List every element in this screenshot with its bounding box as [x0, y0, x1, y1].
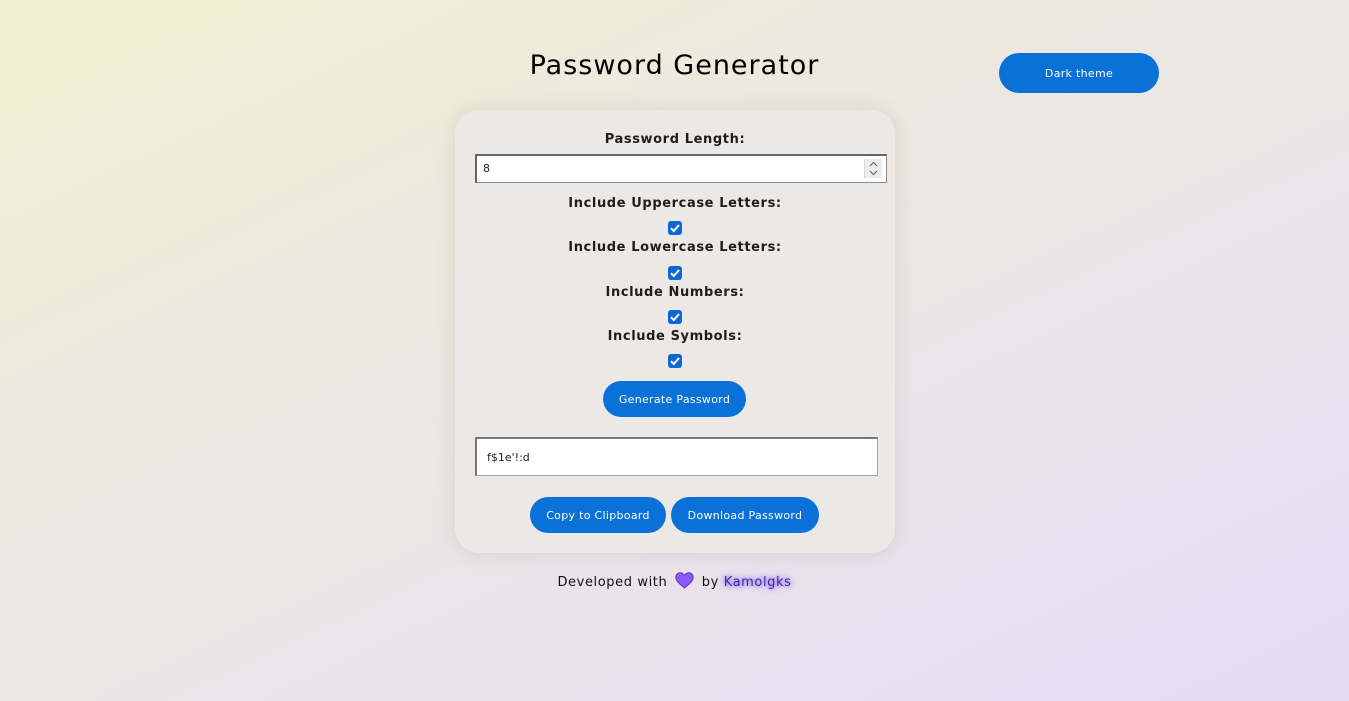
symbols-checkbox[interactable] [668, 354, 682, 368]
password-length-value: 8 [483, 162, 490, 175]
generator-card: Password Length: 8 Include Uppercase Let… [455, 110, 895, 553]
lowercase-label: Include Lowercase Letters: [568, 240, 782, 255]
lowercase-checkbox[interactable] [668, 266, 682, 280]
password-length-input[interactable]: 8 [475, 154, 887, 183]
generated-password: f$1e'!:d [487, 451, 530, 464]
password-output-field[interactable]: f$1e'!:d [475, 437, 878, 476]
symbols-label: Include Symbols: [607, 329, 743, 344]
generate-password-button[interactable]: Generate Password [603, 381, 746, 417]
copy-to-clipboard-button[interactable]: Copy to Clipboard [530, 497, 666, 533]
heart-icon [675, 572, 694, 593]
length-stepper[interactable] [864, 159, 882, 178]
footer-by-text: by [701, 575, 719, 590]
numbers-checkbox[interactable] [668, 310, 682, 324]
uppercase-checkbox[interactable] [668, 221, 682, 235]
numbers-label: Include Numbers: [605, 285, 745, 300]
footer-developed-text: Developed with [557, 575, 668, 590]
download-password-button[interactable]: Download Password [671, 497, 819, 533]
password-length-label: Password Length: [604, 132, 746, 147]
author-link[interactable]: Kamolgks [724, 575, 792, 590]
dark-theme-button[interactable]: Dark theme [999, 53, 1159, 93]
uppercase-label: Include Uppercase Letters: [568, 196, 782, 211]
footer: Developed with by Kamolgks [0, 572, 1349, 593]
